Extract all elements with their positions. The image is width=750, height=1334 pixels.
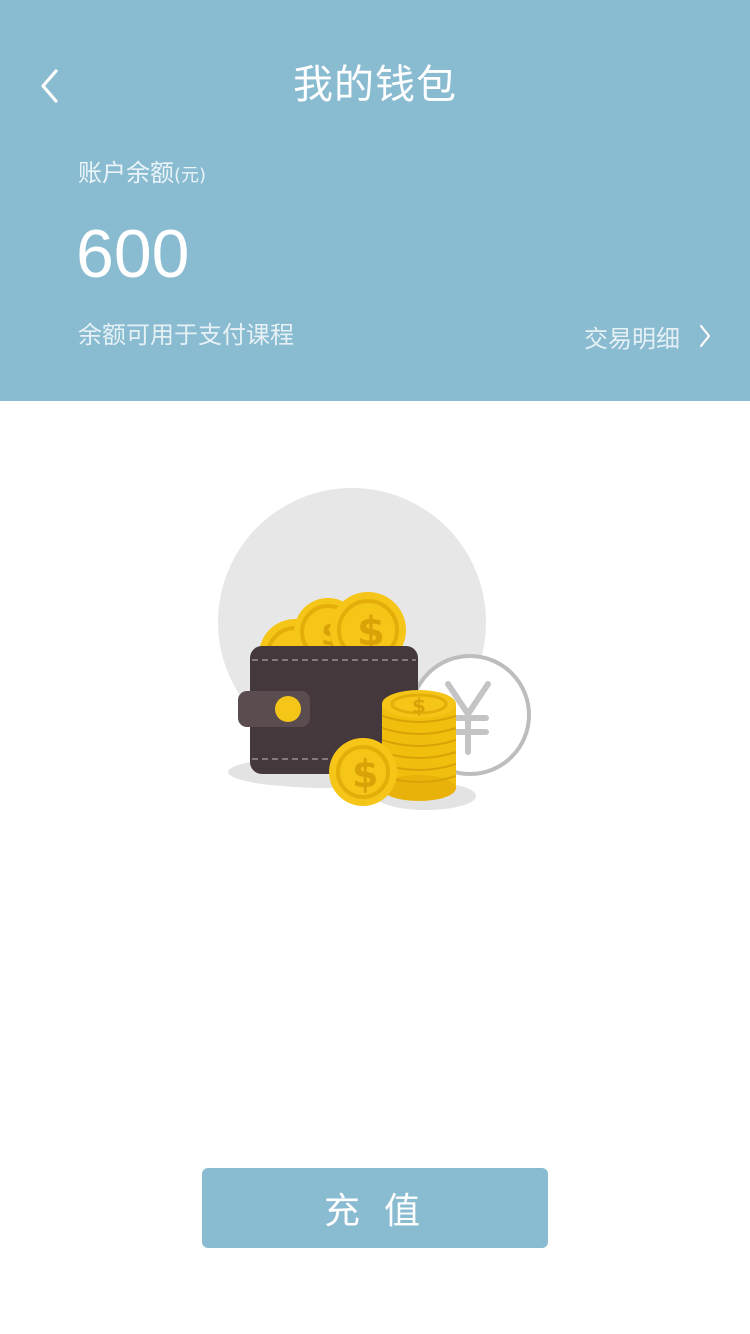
transaction-details-label: 交易明细 [584,324,680,353]
recharge-button[interactable]: 充值 [202,1168,548,1248]
page-title: 我的钱包 [293,62,457,108]
wallet-illustration: $ $ $ $ [200,470,550,830]
dollar-coin-icon: $ [329,738,397,806]
balance-label: 账户余额 [78,159,174,187]
svg-text:$: $ [352,752,378,796]
balance-hint: 余额可用于支付课程 [78,321,294,349]
svg-text:$: $ [412,694,426,718]
balance-label-row: 账户余额(元) [78,156,206,193]
chevron-right-icon [699,324,711,348]
transaction-details-link[interactable]: 交易明细 [584,318,712,354]
balance-unit: (元) [174,165,207,186]
balance-amount: 600 [76,216,190,292]
wallet-header: 我的钱包 账户余额(元) 600 余额可用于支付课程 交易明细 [0,0,750,401]
